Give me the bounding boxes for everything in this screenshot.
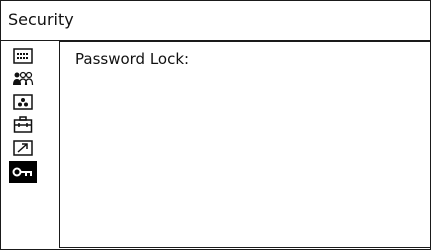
sidebar-item-menu-list[interactable] <box>9 45 37 67</box>
sidebar-item-color[interactable] <box>9 91 37 113</box>
key-icon <box>12 166 34 178</box>
sidebar-item-users[interactable] <box>9 68 37 90</box>
sidebar-item-tools[interactable] <box>9 114 37 136</box>
color-dots-icon <box>13 94 33 110</box>
menu-list-icon <box>13 48 33 64</box>
users-icon <box>12 71 34 87</box>
sidebar-item-arrow[interactable] <box>9 137 37 159</box>
sidebar-item-security[interactable] <box>9 161 37 183</box>
page-title: Security <box>8 10 74 29</box>
toolbox-icon <box>13 116 33 134</box>
password-lock-label[interactable]: Password Lock: <box>75 50 189 68</box>
arrow-diagonal-icon <box>13 140 33 156</box>
settings-panel: Password Lock: <box>59 41 431 248</box>
menu-window: Security Password Lock: <box>0 0 431 250</box>
